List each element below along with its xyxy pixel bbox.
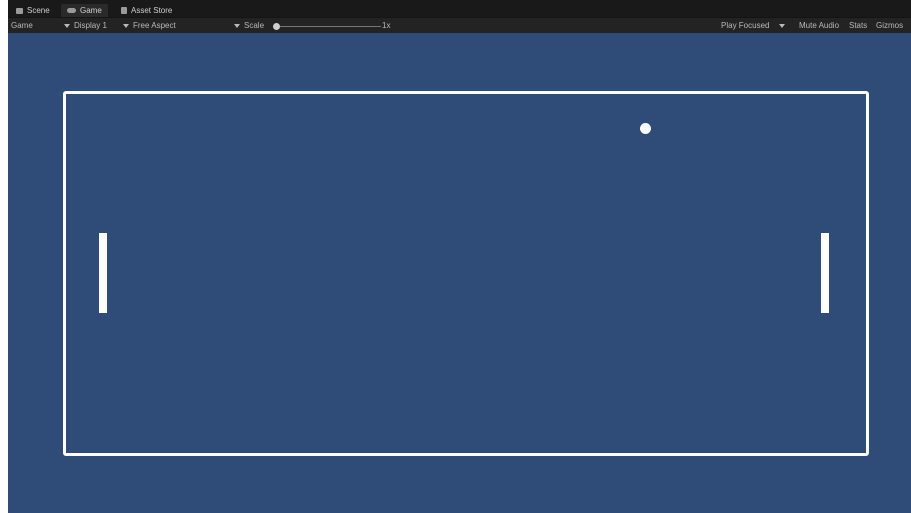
game-viewport[interactable] [8, 33, 911, 513]
scale-control: Scale [234, 21, 264, 31]
stats-toggle[interactable]: Stats [849, 21, 867, 31]
chevron-down-icon [234, 24, 240, 28]
gizmos-label: Gizmos [876, 21, 904, 30]
tab-scene-label: Scene [27, 5, 50, 15]
scale-slider-track[interactable] [276, 26, 381, 27]
aspect-label: Free Aspect [133, 21, 176, 30]
chevron-down-icon [64, 24, 70, 28]
view-label: Game [11, 21, 33, 30]
scene-icon [16, 7, 23, 14]
store-icon [121, 7, 127, 14]
play-mode-label: Play Focused [721, 21, 770, 30]
mute-audio-toggle[interactable]: Mute Audio [799, 21, 839, 31]
scale-label: Scale [244, 21, 265, 30]
right-paddle [821, 233, 829, 313]
gizmos-dropdown[interactable]: Gizmos [876, 21, 903, 31]
view-dropdown[interactable]: Game [11, 21, 33, 31]
tab-asset-store-label: Asset Store [131, 5, 173, 15]
chevron-down-icon [779, 24, 786, 28]
game-toolbar: Game Display 1 Free Aspect Scale 1x Play… [8, 17, 911, 34]
editor-topbar: Scene Game Asset Store Game Display 1 Fr… [8, 0, 911, 34]
pong-ball [640, 123, 651, 134]
display-dropdown[interactable]: Display 1 [64, 21, 107, 31]
scale-slider-handle[interactable] [273, 23, 280, 30]
scale-value-label: 1x [382, 21, 391, 30]
gamepad-icon [67, 8, 76, 13]
left-paddle [99, 233, 107, 313]
tab-asset-store[interactable]: Asset Store [115, 4, 178, 17]
scale-value: 1x [382, 21, 390, 31]
tab-strip: Scene Game Asset Store [8, 0, 911, 17]
chevron-down-icon [123, 24, 129, 28]
stats-label: Stats [849, 21, 868, 30]
tab-game-label: Game [80, 5, 102, 15]
tab-scene[interactable]: Scene [10, 4, 56, 17]
display-label: Display 1 [74, 21, 107, 30]
play-mode-dropdown[interactable]: Play Focused [721, 21, 786, 31]
mute-audio-label: Mute Audio [799, 21, 840, 30]
unity-editor-window: Scene Game Asset Store Game Display 1 Fr… [8, 0, 911, 513]
pong-court-border [63, 91, 869, 456]
tab-game[interactable]: Game [61, 4, 108, 17]
aspect-dropdown[interactable]: Free Aspect [123, 21, 176, 31]
